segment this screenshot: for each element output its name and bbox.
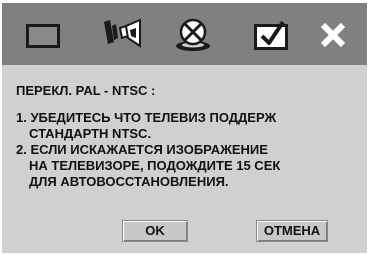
checkmark-screen-icon[interactable]	[252, 16, 292, 54]
settings-dialog: ПЕРЕКЛ. PAL - NTSC : 1. УБЕДИТЕСЬ ЧТО ТЕ…	[2, 3, 367, 253]
disc-icon[interactable]	[170, 16, 216, 54]
display-icon[interactable]	[24, 16, 64, 54]
speaker-icon[interactable]	[100, 16, 146, 54]
message-title: ПЕРЕКЛ. PAL - NTSC :	[16, 83, 156, 98]
message-line-2: СТАНДАРТН NTSC.	[29, 126, 152, 141]
message-line-3: 2. ЕСЛИ ИСКАЖАЕТСЯ ИЗОБРАЖЕНИЕ	[16, 142, 268, 157]
message-line-1: 1. УБЕДИТЕСЬ ЧТО ТЕЛЕВИЗ ПОДДЕРЖ	[16, 110, 277, 125]
ok-button[interactable]: OK	[122, 220, 188, 242]
menu-toolbar	[2, 3, 367, 65]
message-line-4: НА ТЕЛЕВИЗОРЕ, ПОДОЖДИТЕ 15 СЕК	[29, 158, 281, 173]
close-icon[interactable]	[316, 16, 350, 54]
cancel-button[interactable]: ОТМЕНА	[256, 220, 328, 242]
message-line-5: ДЛЯ АВТОВОССТАНОВЛЕНИЯ.	[29, 174, 229, 189]
